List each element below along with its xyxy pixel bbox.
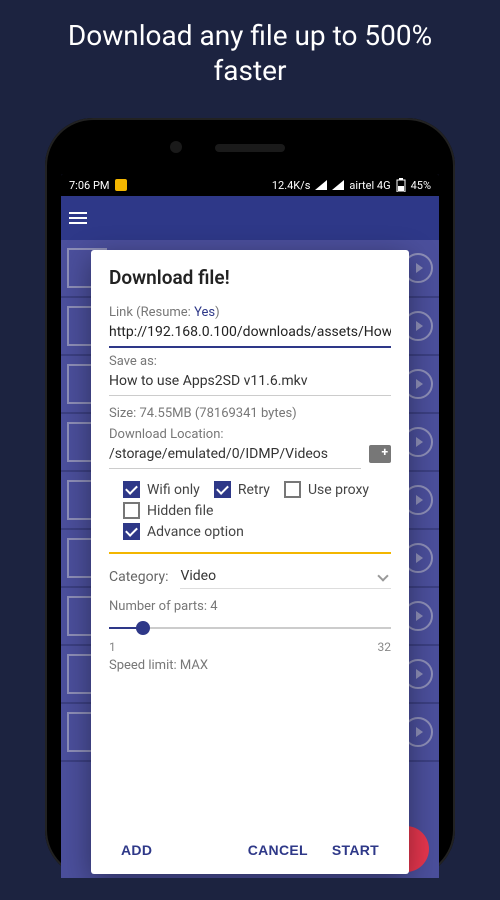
save-as-label: Save as: <box>109 354 391 369</box>
status-time: 7:06 PM <box>69 179 109 192</box>
checkbox-icon <box>123 523 140 540</box>
section-divider <box>109 552 391 554</box>
checkbox-icon <box>123 481 140 498</box>
retry-checkbox[interactable]: Retry <box>214 481 270 498</box>
cancel-button[interactable]: CANCEL <box>236 834 320 866</box>
options-checkboxes: Wifi only Retry Use proxy Hidden file Ad… <box>109 481 391 540</box>
parts-label: Number of parts: 4 <box>109 599 391 614</box>
download-dialog: Download file! Link (Resume: Yes) http:/… <box>91 250 409 874</box>
checkbox-icon <box>284 481 301 498</box>
speed-limit-label: Speed limit: MAX <box>109 658 391 673</box>
dialog-title: Download file! <box>109 266 391 289</box>
checkbox-icon <box>123 502 140 519</box>
status-battery-pct: 45% <box>411 179 431 192</box>
chevron-down-icon <box>377 570 388 581</box>
app-bar <box>61 196 439 240</box>
checkbox-icon <box>214 481 231 498</box>
start-button[interactable]: START <box>320 834 391 866</box>
parts-max: 32 <box>378 640 392 654</box>
add-button[interactable]: ADD <box>109 834 164 866</box>
status-carrier: airtel 4G <box>349 179 390 192</box>
save-as-input[interactable]: How to use Apps2SD v11.6.mkv <box>109 369 391 396</box>
signal-icon <box>315 180 327 190</box>
signal-icon-2 <box>332 180 344 190</box>
browse-folder-icon[interactable] <box>369 445 391 463</box>
screen: 7:06 PM 12.4K/s airtel 4G 45% <box>61 174 439 878</box>
category-label: Category: <box>109 569 168 585</box>
menu-icon[interactable] <box>69 212 87 224</box>
location-label: Download Location: <box>109 427 391 442</box>
status-netspeed: 12.4K/s <box>272 179 311 192</box>
link-label: Link (Resume: Yes) <box>109 305 391 320</box>
slider-thumb[interactable] <box>136 621 150 635</box>
size-text: Size: 74.55MB (78169341 bytes) <box>109 406 391 421</box>
status-bar: 7:06 PM 12.4K/s airtel 4G 45% <box>61 174 439 196</box>
hidden-file-checkbox[interactable]: Hidden file <box>123 502 391 519</box>
wifi-only-checkbox[interactable]: Wifi only <box>123 481 200 498</box>
advance-option-checkbox[interactable]: Advance option <box>123 523 391 540</box>
category-dropdown[interactable]: Video <box>180 564 391 589</box>
parts-slider[interactable] <box>109 618 391 638</box>
dialog-actions: ADD CANCEL START <box>109 824 391 866</box>
use-proxy-checkbox[interactable]: Use proxy <box>284 481 369 498</box>
notification-icon <box>115 179 127 191</box>
phone-frame: 7:06 PM 12.4K/s airtel 4G 45% <box>45 118 455 878</box>
promo-headline: Download any file up to 500% faster <box>0 0 500 98</box>
location-input[interactable]: /storage/emulated/0/IDMP/Videos <box>109 442 361 469</box>
battery-icon <box>396 178 406 192</box>
link-input[interactable]: http://192.168.0.100/downloads/assets/Ho… <box>109 320 391 348</box>
parts-min: 1 <box>109 640 116 654</box>
